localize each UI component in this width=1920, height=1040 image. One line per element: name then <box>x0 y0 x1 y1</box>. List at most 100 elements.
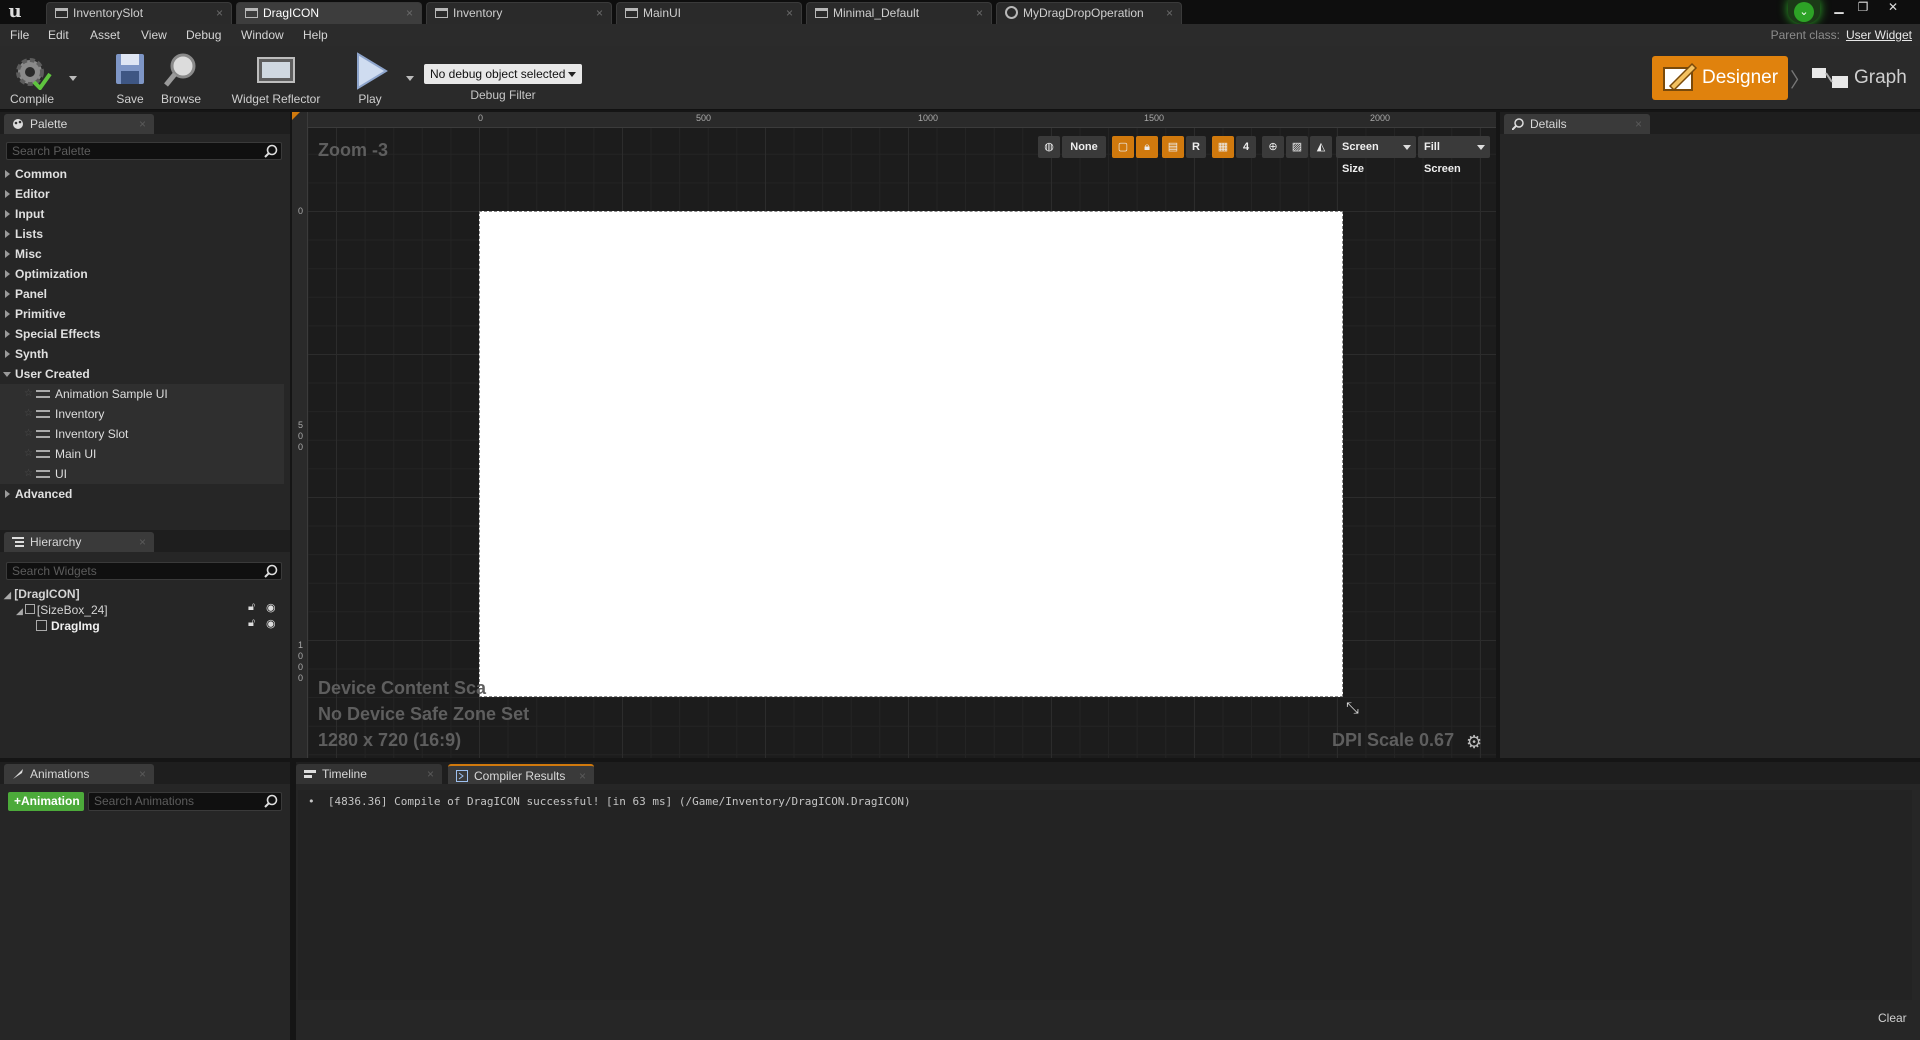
designer-mode-button[interactable]: Designer <box>1652 56 1788 100</box>
close-tab-icon[interactable]: × <box>139 532 146 552</box>
visibility-eye-icon[interactable]: ◉ <box>266 601 276 614</box>
widget-preview-area[interactable] <box>479 211 1343 697</box>
lock-icon[interactable]: 🔓︎ <box>248 601 255 614</box>
doc-tab-dragicon[interactable]: DragICON × <box>236 2 422 24</box>
parent-class-link[interactable]: User Widget <box>1846 28 1912 42</box>
close-tab-icon[interactable]: × <box>427 764 434 784</box>
minimize-icon[interactable]: ▁ <box>1828 0 1850 16</box>
respect-locks-icon[interactable]: ▤ <box>1162 136 1184 158</box>
debug-object-select[interactable]: No debug object selected <box>424 64 582 84</box>
add-animation-button[interactable]: +Animation <box>8 792 84 811</box>
unreal-logo-icon: u <box>8 1 22 22</box>
palette-item-inventory[interactable]: ☆ Inventory <box>0 404 284 424</box>
resolution-label: 1280 x 720 (16:9) <box>318 730 462 750</box>
menu-file[interactable]: File <box>10 28 29 42</box>
zoom-label: Zoom -3 <box>318 140 388 160</box>
restore-icon[interactable]: ❐ <box>1852 0 1874 16</box>
palette-category-common[interactable]: Common <box>0 164 284 184</box>
resize-handle-icon[interactable]: ⤡ <box>1346 700 1359 718</box>
palette-item-animation-sample-ui[interactable]: ☆ Animation Sample UI <box>0 384 284 404</box>
chevron-down-icon <box>568 72 576 77</box>
hierarchy-sizebox[interactable]: ◢ [SizeBox_24] <box>16 602 108 618</box>
close-tab-icon[interactable]: × <box>1166 3 1173 23</box>
zoom-to-fit-icon[interactable]: ⊕ <box>1262 136 1284 158</box>
doc-tab-inventoryslot[interactable]: InventorySlot × <box>46 2 232 24</box>
fill-screen-dropdown[interactable]: Fill Screen <box>1418 136 1490 175</box>
menu-window[interactable]: Window <box>241 28 284 42</box>
palette-category-panel[interactable]: Panel <box>0 284 284 304</box>
background-image-icon[interactable]: ▨ <box>1286 136 1308 158</box>
lock-toggle-icon[interactable]: 🔒︎ <box>1136 136 1158 158</box>
widget-reflector-button[interactable]: Widget Reflector <box>228 48 324 108</box>
close-tab-icon[interactable]: × <box>216 3 223 23</box>
tab-details[interactable]: Details × <box>1504 114 1650 134</box>
menu-edit[interactable]: Edit <box>48 28 69 42</box>
palette-category-optimization[interactable]: Optimization <box>0 264 284 284</box>
palette-category-primitive[interactable]: Primitive <box>0 304 284 324</box>
grid-snap-icon[interactable]: ▦ <box>1212 136 1234 158</box>
localization-none-select[interactable]: None <box>1062 136 1106 158</box>
close-tab-icon[interactable]: × <box>579 766 586 786</box>
menu-debug[interactable]: Debug <box>186 28 221 42</box>
palette-item-inventory-slot[interactable]: ☆ Inventory Slot <box>0 424 284 444</box>
menu-view[interactable]: View <box>141 28 167 42</box>
tab-timeline[interactable]: Timeline × <box>296 764 442 784</box>
palette-search-input[interactable]: Search Palette <box>6 142 282 160</box>
dpi-settings-gear-icon[interactable]: ⚙ <box>1466 732 1482 753</box>
palette-category-lists[interactable]: Lists <box>0 224 284 244</box>
close-tab-icon[interactable]: × <box>139 114 146 134</box>
hierarchy-dragimg[interactable]: DragImg <box>36 618 100 634</box>
doc-tab-mydragdropoperation[interactable]: MyDragDropOperation × <box>996 2 1182 24</box>
grid-snap-value[interactable]: 4 <box>1236 136 1256 158</box>
graph-mode-button[interactable]: Graph <box>1806 56 1914 100</box>
palette-category-special-effects[interactable]: Special Effects <box>0 324 284 344</box>
tab-compiler-results[interactable]: Compiler Results × <box>448 764 594 784</box>
outline-toggle-icon[interactable]: ▢ <box>1112 136 1134 158</box>
palette-category-input[interactable]: Input <box>0 204 284 224</box>
menu-help[interactable]: Help <box>303 28 328 42</box>
screen-size-dropdown[interactable]: Screen Size <box>1336 136 1416 175</box>
lock-icon[interactable]: 🔓︎ <box>248 617 255 630</box>
palette-item-main-ui[interactable]: ☆ Main UI <box>0 444 284 464</box>
palette-category-user-created[interactable]: User Created <box>0 364 284 384</box>
hierarchy-search-input[interactable]: Search Widgets <box>6 562 282 580</box>
tab-palette[interactable]: Palette × <box>4 114 154 134</box>
localization-preview-icon[interactable]: ◍ <box>1038 136 1060 158</box>
flip-icon[interactable]: ◭ <box>1310 136 1332 158</box>
search-icon <box>1512 118 1524 130</box>
close-tab-icon[interactable]: × <box>786 3 793 23</box>
palette-category-editor[interactable]: Editor <box>0 184 284 204</box>
source-control-icon[interactable]: ⌄ <box>1788 0 1820 24</box>
tab-hierarchy[interactable]: Hierarchy × <box>4 532 154 552</box>
doc-tab-mainui[interactable]: MainUI × <box>616 2 802 24</box>
close-tab-icon[interactable]: × <box>976 3 983 23</box>
doc-tab-inventory[interactable]: Inventory × <box>426 2 612 24</box>
visibility-eye-icon[interactable]: ◉ <box>266 617 276 630</box>
device-content-scale-label: Device Content Sca <box>318 678 487 698</box>
play-options-dropdown[interactable] <box>406 76 414 81</box>
compiler-results-icon <box>456 770 468 782</box>
user-widget-icon <box>36 470 50 478</box>
animations-search-input[interactable]: Search Animations <box>88 792 282 811</box>
close-tab-icon[interactable]: × <box>406 3 413 23</box>
menu-asset[interactable]: Asset <box>90 28 120 42</box>
palette-category-advanced[interactable]: Advanced <box>0 484 284 504</box>
clear-button[interactable]: Clear <box>1878 1011 1907 1025</box>
close-tab-icon[interactable]: × <box>139 764 146 784</box>
close-window-icon[interactable]: ✕ <box>1882 0 1904 16</box>
palette-category-misc[interactable]: Misc <box>0 244 284 264</box>
close-tab-icon[interactable]: × <box>596 3 603 23</box>
play-button[interactable]: Play <box>348 48 392 108</box>
save-button[interactable]: Save <box>108 48 152 108</box>
close-tab-icon[interactable]: × <box>1635 114 1642 134</box>
hierarchy-root-dragicon[interactable]: ◢ [DragICON] <box>4 586 80 602</box>
compile-options-dropdown[interactable] <box>69 76 77 81</box>
compile-button[interactable]: Compile <box>4 48 60 108</box>
r-toggle-button[interactable]: R <box>1186 136 1206 158</box>
animation-icon <box>13 769 23 779</box>
doc-tab-minimal-default[interactable]: Minimal_Default × <box>806 2 992 24</box>
palette-item-ui[interactable]: ☆ UI <box>0 464 284 484</box>
palette-category-synth[interactable]: Synth <box>0 344 284 364</box>
browse-button[interactable]: Browse <box>156 48 206 108</box>
tab-animations[interactable]: Animations × <box>4 764 154 784</box>
